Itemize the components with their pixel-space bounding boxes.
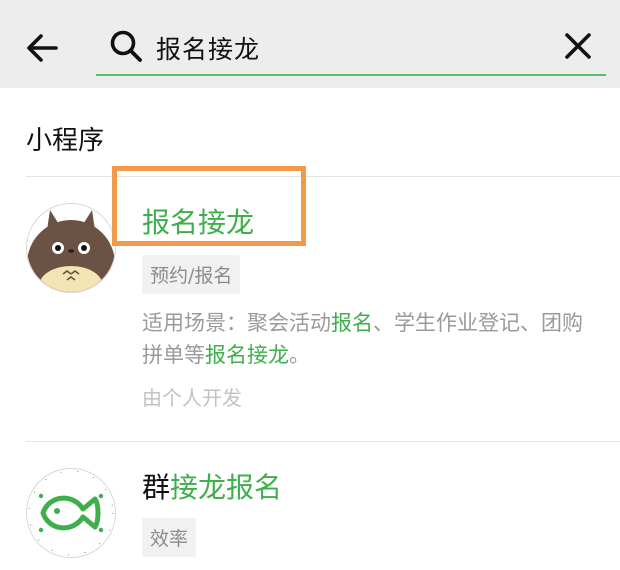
result-item-baoming-jielong[interactable]: 报名接龙 预约/报名 适用场景：聚会活动报名、学生作业登记、团购拼单等报名接龙。…	[0, 177, 620, 441]
title-text: 群	[142, 471, 171, 504]
desc-highlight: 报名	[331, 311, 373, 335]
totoro-avatar-icon	[26, 203, 116, 293]
result-title: 群接龙报名	[142, 466, 282, 506]
desc-text: 。	[289, 343, 310, 367]
search-query[interactable]: 报名接龙	[156, 30, 260, 66]
category-tag: 效率	[142, 518, 197, 557]
search-header: 报名接龙	[0, 0, 620, 88]
fish-logo-icon	[26, 468, 116, 558]
result-description: 适用场景：聚会活动报名、学生作业登记、团购拼单等报名接龙。	[142, 307, 602, 371]
result-title: 报名接龙	[142, 201, 254, 241]
desc-highlight: 报名接龙	[205, 343, 289, 367]
search-icon	[110, 30, 142, 62]
category-tag: 预约/报名	[142, 255, 241, 294]
back-arrow-icon	[27, 34, 58, 62]
desc-text: 适用场景：聚会活动	[142, 311, 331, 335]
search-input[interactable]: 报名接龙	[96, 18, 606, 76]
title-highlight: 报名接龙	[142, 206, 255, 239]
section-title: 小程序	[26, 126, 105, 156]
clear-icon[interactable]	[562, 30, 594, 62]
developer-label: 由个人开发	[142, 386, 242, 410]
result-item-qun-jielong-baoming[interactable]: 群接龙报名 效率	[0, 442, 620, 570]
back-button[interactable]	[22, 28, 62, 68]
title-highlight: 接龙报名	[170, 471, 283, 504]
